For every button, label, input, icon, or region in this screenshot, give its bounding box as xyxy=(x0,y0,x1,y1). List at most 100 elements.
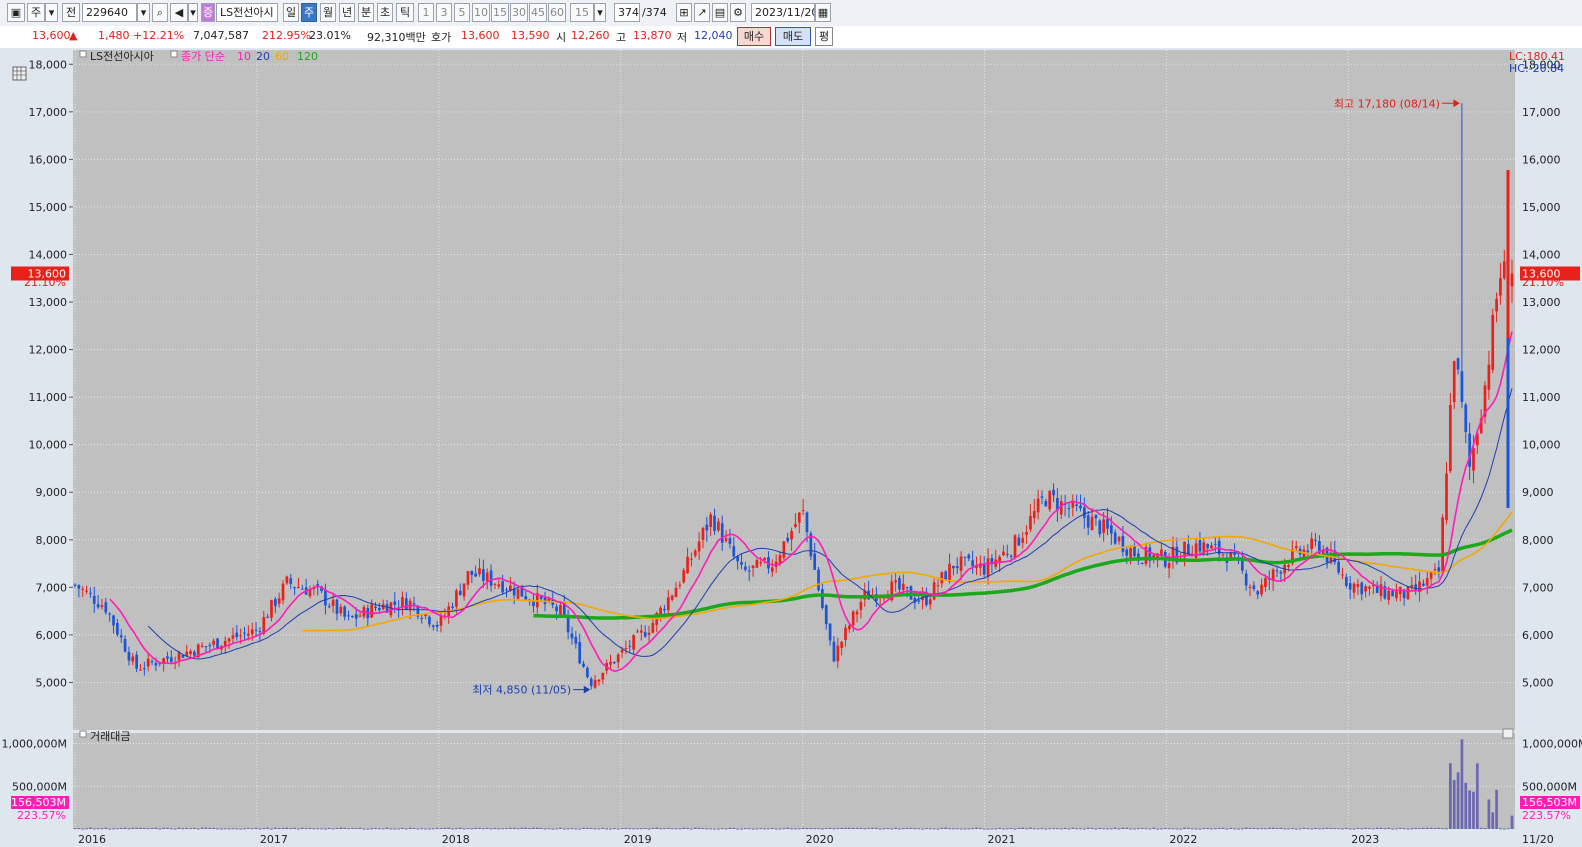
tab-day[interactable]: 일 xyxy=(283,3,299,22)
volume-bar xyxy=(817,828,820,830)
interval-custom-select[interactable]: 15 xyxy=(570,3,594,22)
sell-button[interactable]: 매도 xyxy=(775,27,811,46)
interval-5[interactable]: 5 xyxy=(454,3,470,22)
calendar-icon[interactable]: ▦ xyxy=(815,3,831,22)
volume-bar xyxy=(813,828,817,830)
stock-name-field[interactable]: LS전선아시 xyxy=(216,3,278,22)
candle-body xyxy=(1275,570,1279,572)
speaker-dropdown-icon[interactable]: ▾ xyxy=(188,3,198,22)
tab-minute[interactable]: 분 xyxy=(358,3,374,22)
buy-button[interactable]: 매수 xyxy=(737,27,771,46)
interval-3[interactable]: 3 xyxy=(436,3,452,22)
stock-badge-icon: 증 xyxy=(201,3,215,22)
candle-body xyxy=(1094,514,1098,519)
candle-body xyxy=(643,632,647,637)
gear-icon[interactable]: ⚙ xyxy=(730,3,746,22)
candle-body xyxy=(686,556,689,574)
candle-body xyxy=(1098,520,1102,535)
volume-bar xyxy=(998,827,1001,829)
panel-close-icon[interactable] xyxy=(1502,728,1514,739)
volume-bar xyxy=(501,828,504,830)
market-button[interactable]: 전 xyxy=(62,3,80,22)
interval-45[interactable]: 45 xyxy=(529,3,547,22)
line-tool-icon[interactable]: ↗ xyxy=(694,3,710,22)
candle-body xyxy=(743,566,747,570)
volume-bar xyxy=(1433,827,1437,829)
price-chart[interactable]: 5,000 6,000 7,000 8,000 9,000 10,000 11,000 12,… xyxy=(0,48,1582,847)
tab-tick[interactable]: 틱 xyxy=(396,3,414,22)
volume-bar xyxy=(1364,827,1367,829)
eval-button[interactable]: 평 xyxy=(815,27,833,46)
candle-body xyxy=(89,592,92,594)
volume-bar xyxy=(767,828,770,830)
volume-bar xyxy=(1075,828,1079,830)
search-icon[interactable]: ⌕ xyxy=(152,3,168,22)
volume-legend-title: 거래대금 xyxy=(90,730,130,743)
volume-bar xyxy=(1406,828,1410,830)
volume-plot-area[interactable] xyxy=(73,733,1515,829)
tab-week[interactable]: 주 xyxy=(301,3,317,22)
price-plot-area[interactable] xyxy=(73,50,1515,730)
volume-bar xyxy=(1202,828,1206,830)
volume-bar xyxy=(1036,828,1040,830)
bid-label: 호가 xyxy=(431,31,452,44)
volume-bar xyxy=(439,828,443,830)
interval-1[interactable]: 1 xyxy=(418,3,434,22)
volume-bar xyxy=(562,828,566,830)
interval-60[interactable]: 60 xyxy=(548,3,566,22)
candle-body xyxy=(859,601,863,610)
candle-body xyxy=(428,616,431,625)
volume-bar xyxy=(944,827,948,829)
open-label: 시 xyxy=(556,31,567,44)
crosshair-icon[interactable]: ⊞ xyxy=(676,3,692,22)
candle-body xyxy=(747,570,751,572)
candle-body xyxy=(1194,543,1198,558)
volume-bar xyxy=(570,828,574,830)
date-input[interactable]: 2023/11/20 xyxy=(751,3,815,22)
mode-selector[interactable]: 주 xyxy=(27,3,45,22)
candle-body xyxy=(455,590,458,607)
save-icon[interactable]: ▤ xyxy=(712,3,728,22)
stock-code-input[interactable]: 229640 xyxy=(82,3,137,22)
volume-bar xyxy=(1167,828,1171,830)
volume-bar xyxy=(844,827,847,829)
bid-price: 13,590 xyxy=(511,29,550,42)
interval-10[interactable]: 10 xyxy=(472,3,490,22)
candle-body xyxy=(955,566,959,569)
volume-bar xyxy=(223,828,227,830)
candle-body xyxy=(1005,554,1009,556)
code-dropdown-icon[interactable]: ▾ xyxy=(137,3,150,22)
volume-bar xyxy=(975,827,978,829)
candle-body xyxy=(81,588,85,590)
toolbar: ▣ 주 ▾ 전 229640 ▾ ⌕ ◀ ▾ 증 LS전선아시 일 주 월 년 … xyxy=(0,0,1582,27)
volume-bar xyxy=(1025,828,1028,830)
table-toggle-icon[interactable] xyxy=(12,66,27,81)
volume-bar xyxy=(154,827,158,829)
tab-second[interactable]: 초 xyxy=(377,3,393,22)
candle-body xyxy=(424,614,427,617)
tab-month[interactable]: 월 xyxy=(320,3,336,22)
candle-body xyxy=(952,565,955,569)
speaker-icon[interactable]: ◀ xyxy=(170,3,188,22)
volume-bar xyxy=(651,827,655,829)
candle-body xyxy=(1206,544,1209,549)
volume-bar xyxy=(1067,828,1071,830)
candle-body xyxy=(1187,544,1190,555)
volume-bar xyxy=(77,828,81,830)
volume-bar xyxy=(243,828,246,830)
ask-price: 13,600 xyxy=(461,29,500,42)
tab-year[interactable]: 년 xyxy=(339,3,355,22)
interval-30[interactable]: 30 xyxy=(510,3,528,22)
window-menu-icon[interactable]: ▣ xyxy=(7,3,25,22)
interval-dropdown-icon[interactable]: ▾ xyxy=(594,3,606,22)
volume-bar xyxy=(300,827,304,829)
up-arrow-icon: ▲ xyxy=(69,29,78,42)
volume-bar xyxy=(1175,828,1179,830)
candle-body xyxy=(1264,578,1267,588)
count-input[interactable]: 374 xyxy=(614,3,640,22)
interval-15[interactable]: 15 xyxy=(491,3,509,22)
candle-body xyxy=(539,596,543,599)
chevron-down-icon[interactable]: ▾ xyxy=(45,3,58,22)
candle-body xyxy=(1279,571,1283,574)
volume-bar xyxy=(1136,828,1140,830)
